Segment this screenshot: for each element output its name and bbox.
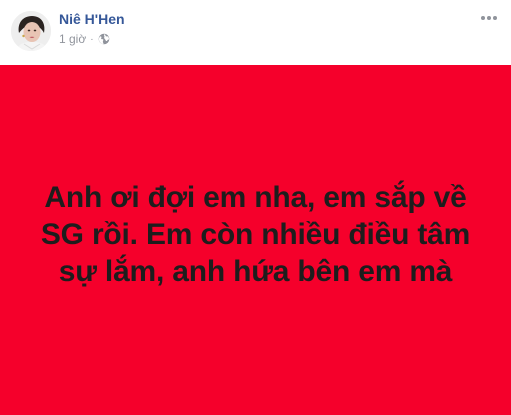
post-options-button[interactable]: [479, 10, 499, 26]
facebook-post: Niê H'Hen 1 giờ · Anh ơi đợi em nha, em …: [0, 0, 511, 415]
avatar-photo-icon: [11, 11, 51, 51]
author-name-link[interactable]: Niê H'Hen: [59, 11, 125, 27]
meta-separator: ·: [90, 33, 94, 45]
author-avatar[interactable]: [11, 11, 51, 51]
post-header: Niê H'Hen 1 giờ ·: [0, 0, 511, 60]
more-horizontal-icon: [481, 16, 497, 20]
status-text: Anh ơi đợi em nha, em sắp về SG rồi. Em …: [40, 180, 471, 288]
status-background: Anh ơi đợi em nha, em sắp về SG rồi. Em …: [0, 65, 511, 415]
post-timestamp[interactable]: 1 giờ: [59, 32, 86, 46]
globe-icon[interactable]: [98, 33, 110, 45]
post-meta: 1 giờ ·: [59, 32, 110, 46]
